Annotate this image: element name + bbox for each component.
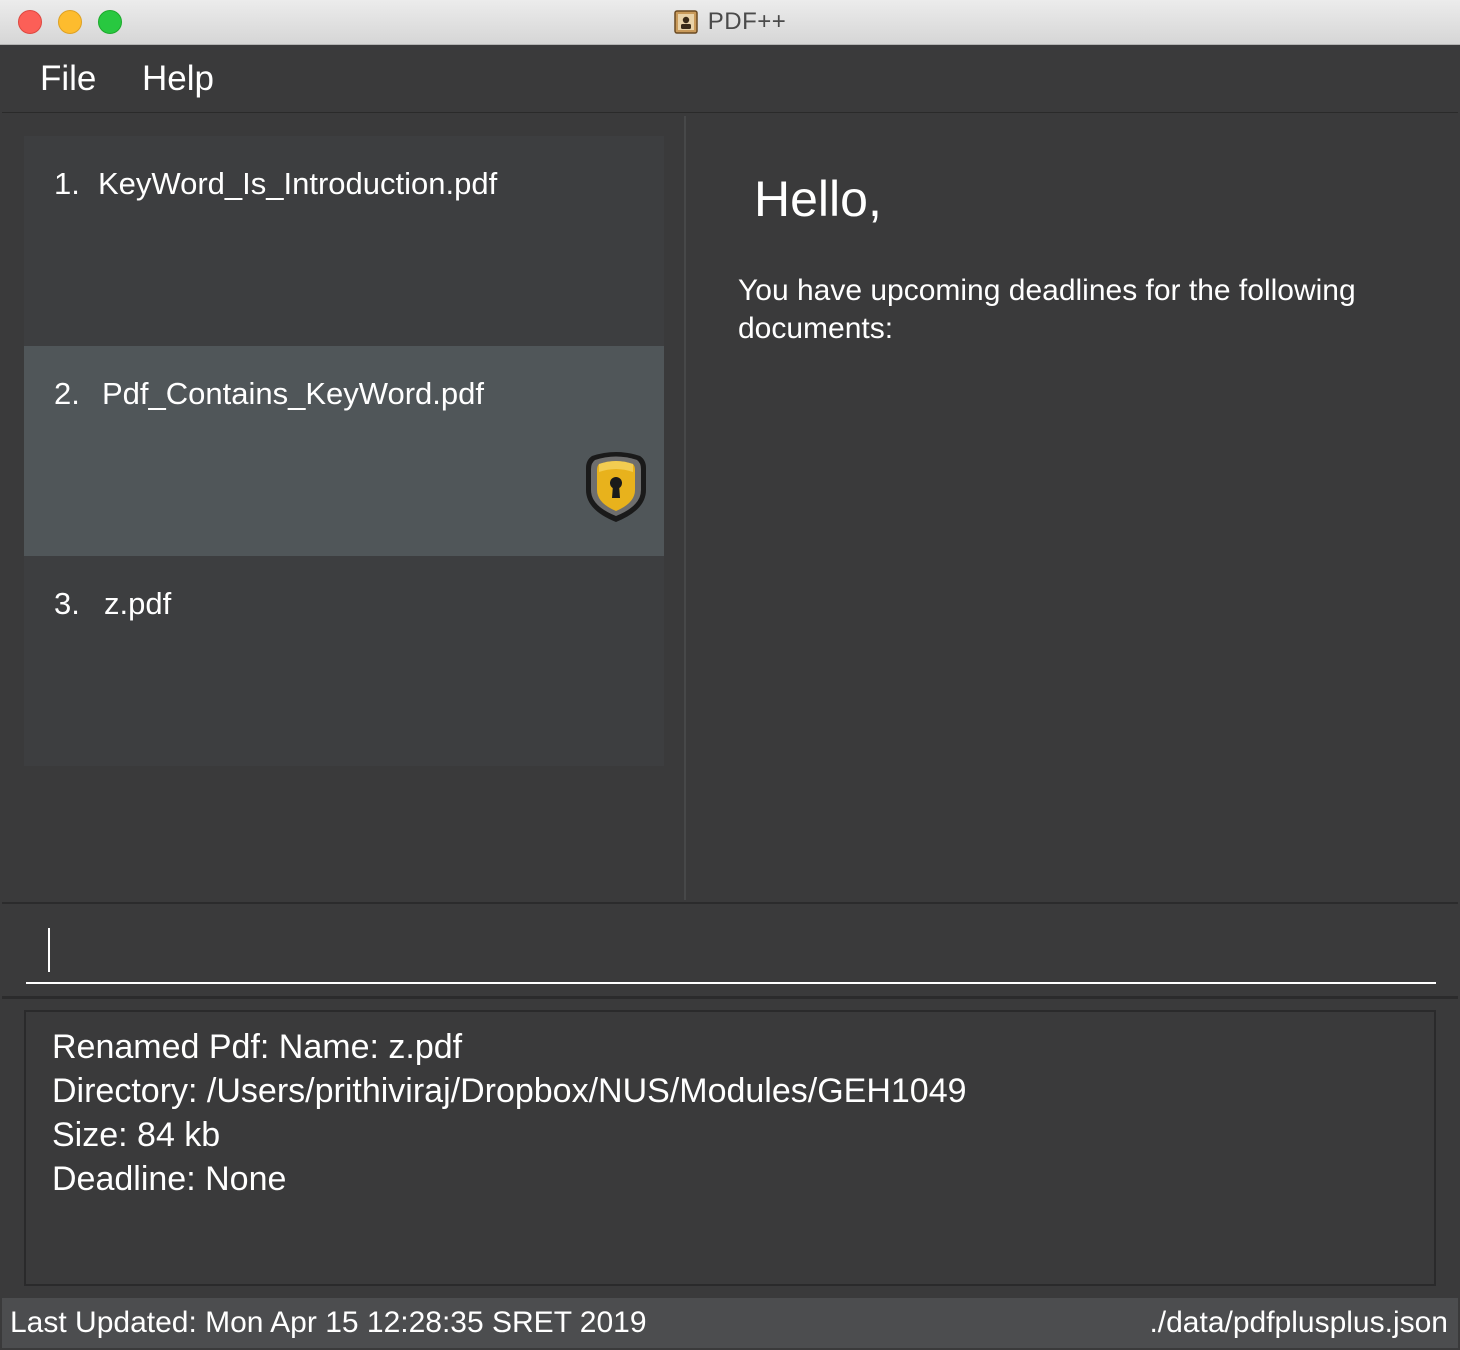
title-bar[interactable]: PDF++: [0, 0, 1460, 45]
result-line: Deadline: None: [52, 1160, 287, 1198]
text-caret: [48, 928, 50, 972]
greeting-heading: Hello,: [754, 171, 882, 227]
save-location-status: ./data/pdfplusplus.json: [1149, 1306, 1448, 1339]
section-divider: [2, 996, 1458, 999]
pdf-list-item[interactable]: 1. KeyWord_Is_Introduction.pdf: [24, 136, 664, 346]
deadline-message: You have upcoming deadlines for the foll…: [738, 274, 1356, 345]
menu-help[interactable]: Help: [142, 59, 214, 99]
command-box: [2, 902, 1458, 998]
pdf-list-item-selected[interactable]: 2. Pdf_Contains_KeyWord.pdf: [24, 346, 664, 556]
pdf-list-panel[interactable]: 1. KeyWord_Is_Introduction.pdf 2. Pdf_Co…: [2, 114, 684, 900]
app-icon: [673, 10, 698, 34]
pdf-list-filename: Pdf_Contains_KeyWord.pdf: [102, 376, 484, 411]
pdf-list-filename: KeyWord_Is_Introduction.pdf: [98, 166, 498, 201]
window-title: PDF++: [707, 8, 787, 35]
app-window: PDF++ File Help 1. KeyWord_Is_Introducti…: [0, 0, 1460, 1350]
result-display: Renamed Pdf: Name: z.pdf Directory: /Use…: [24, 1010, 1436, 1286]
lock-shield-icon: [586, 452, 646, 522]
result-line: Size: 84 kb: [52, 1116, 221, 1154]
menu-file[interactable]: File: [40, 59, 96, 99]
pdf-list-index: 1.: [54, 166, 80, 201]
pdf-list-index: 3.: [54, 586, 80, 621]
last-updated-status: Last Updated: Mon Apr 15 12:28:35 SRET 2…: [10, 1306, 647, 1339]
status-bar: Last Updated: Mon Apr 15 12:28:35 SRET 2…: [2, 1298, 1458, 1348]
result-line: Renamed Pdf: Name: z.pdf: [52, 1028, 463, 1066]
pdf-list-filename: z.pdf: [104, 586, 172, 621]
deadline-panel: Hello, You have upcoming deadlines for t…: [686, 114, 1458, 900]
command-input[interactable]: [26, 918, 1436, 984]
result-line: Directory: /Users/prithiviraj/Dropbox/NU…: [52, 1072, 967, 1110]
pdf-list-item[interactable]: 3. z.pdf: [24, 556, 664, 766]
pdf-list-index: 2.: [54, 376, 80, 411]
menu-bar: File Help: [2, 45, 1458, 113]
title-group: PDF++: [0, 0, 1460, 44]
